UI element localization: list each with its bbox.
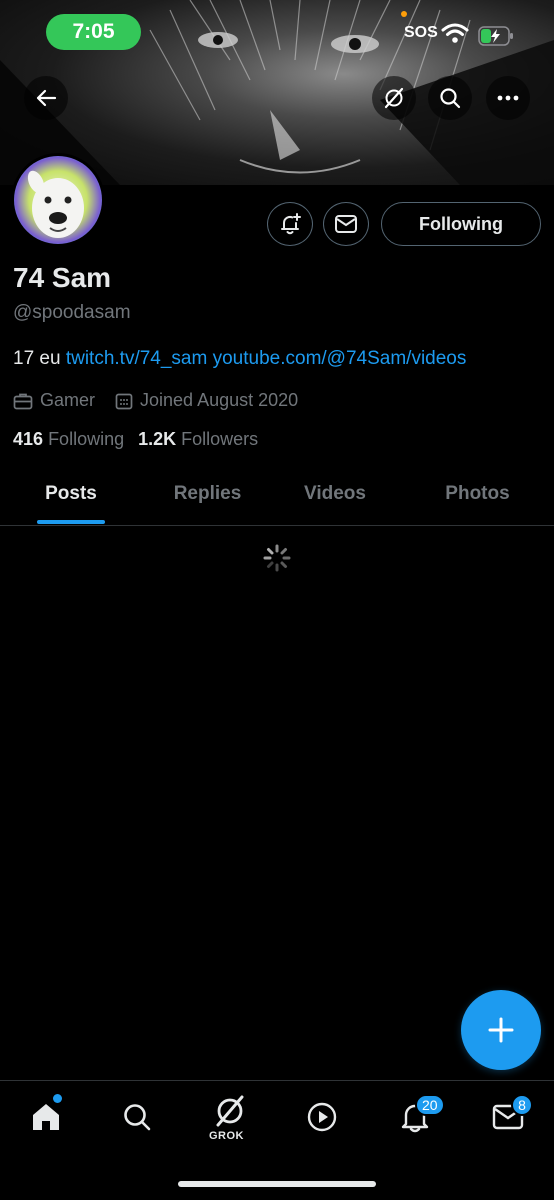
notifications-toggle-button[interactable] [267, 202, 313, 246]
following-stat[interactable]: 416 Following [13, 429, 124, 450]
following-button[interactable]: Following [381, 202, 541, 246]
twitch-link[interactable]: twitch.tv/74_sam [66, 348, 208, 369]
notifications-badge: 20 [415, 1094, 445, 1116]
briefcase-icon [13, 393, 33, 409]
status-bar: 7:05 SOS [0, 0, 554, 62]
more-options-button[interactable] [486, 76, 530, 120]
battery-charging-icon [478, 26, 513, 46]
compose-button[interactable] [461, 990, 541, 1070]
grok-button[interactable] [372, 76, 416, 120]
grok-label: GROK [209, 1130, 244, 1142]
calendar-icon [115, 393, 133, 409]
handle: @spoodasam [13, 302, 131, 323]
wifi-icon [441, 23, 469, 43]
bio-text: 17 eu [13, 348, 61, 369]
following-count: 416 [13, 429, 44, 449]
back-button[interactable] [24, 76, 68, 120]
messages-badge: 8 [511, 1094, 533, 1116]
plus-icon [488, 1017, 514, 1043]
home-unread-dot [53, 1094, 62, 1103]
tab-photos[interactable]: Photos [425, 468, 530, 525]
nav-home[interactable] [22, 1093, 70, 1141]
camera-indicator-dot [401, 11, 407, 17]
home-icon [33, 1104, 59, 1130]
joined-date: Joined August 2020 [115, 390, 298, 411]
youtube-link[interactable]: youtube.com/@74Sam/videos [213, 348, 467, 369]
followers-stat[interactable]: 1.2K Followers [138, 429, 258, 450]
display-name: 74 Sam [13, 262, 112, 293]
mail-icon [335, 215, 357, 233]
more-icon [497, 95, 519, 101]
bell-plus-icon [281, 213, 301, 235]
grok-icon [216, 1095, 244, 1127]
search-icon [440, 88, 461, 109]
joined-label: Joined August 2020 [140, 390, 299, 410]
following-label: Following [48, 429, 125, 449]
follow-stats: 416 Following 1.2K Followers [13, 429, 272, 450]
home-indicator [178, 1181, 376, 1187]
sos-label: SOS [404, 24, 438, 41]
nav-search[interactable] [113, 1093, 161, 1141]
search-icon [124, 1104, 151, 1131]
loading-spinner-icon [263, 544, 291, 572]
status-time: 7:05 [46, 14, 141, 50]
message-button[interactable] [323, 202, 369, 246]
profile-meta: Gamer Joined August 2020 [13, 390, 318, 411]
nav-grok[interactable] [206, 1087, 254, 1135]
back-arrow-icon [36, 89, 57, 107]
profile-tabs: Posts Replies Videos Photos [0, 468, 554, 526]
avatar[interactable] [11, 153, 105, 247]
play-icon [307, 1102, 337, 1132]
category-label: Gamer [40, 390, 96, 410]
bio: 17 eu twitch.tv/74_sam youtube.com/@74Sa… [13, 348, 466, 370]
grok-icon [384, 87, 404, 109]
search-button[interactable] [428, 76, 472, 120]
category: Gamer [13, 390, 95, 411]
avatar-dog-image [14, 156, 102, 244]
active-tab-indicator [37, 520, 105, 524]
followers-label: Followers [181, 429, 259, 449]
tab-posts[interactable]: Posts [21, 468, 121, 525]
tab-videos[interactable]: Videos [285, 468, 385, 525]
tab-replies[interactable]: Replies [150, 468, 265, 525]
followers-count: 1.2K [138, 429, 177, 449]
nav-video[interactable] [298, 1093, 346, 1141]
